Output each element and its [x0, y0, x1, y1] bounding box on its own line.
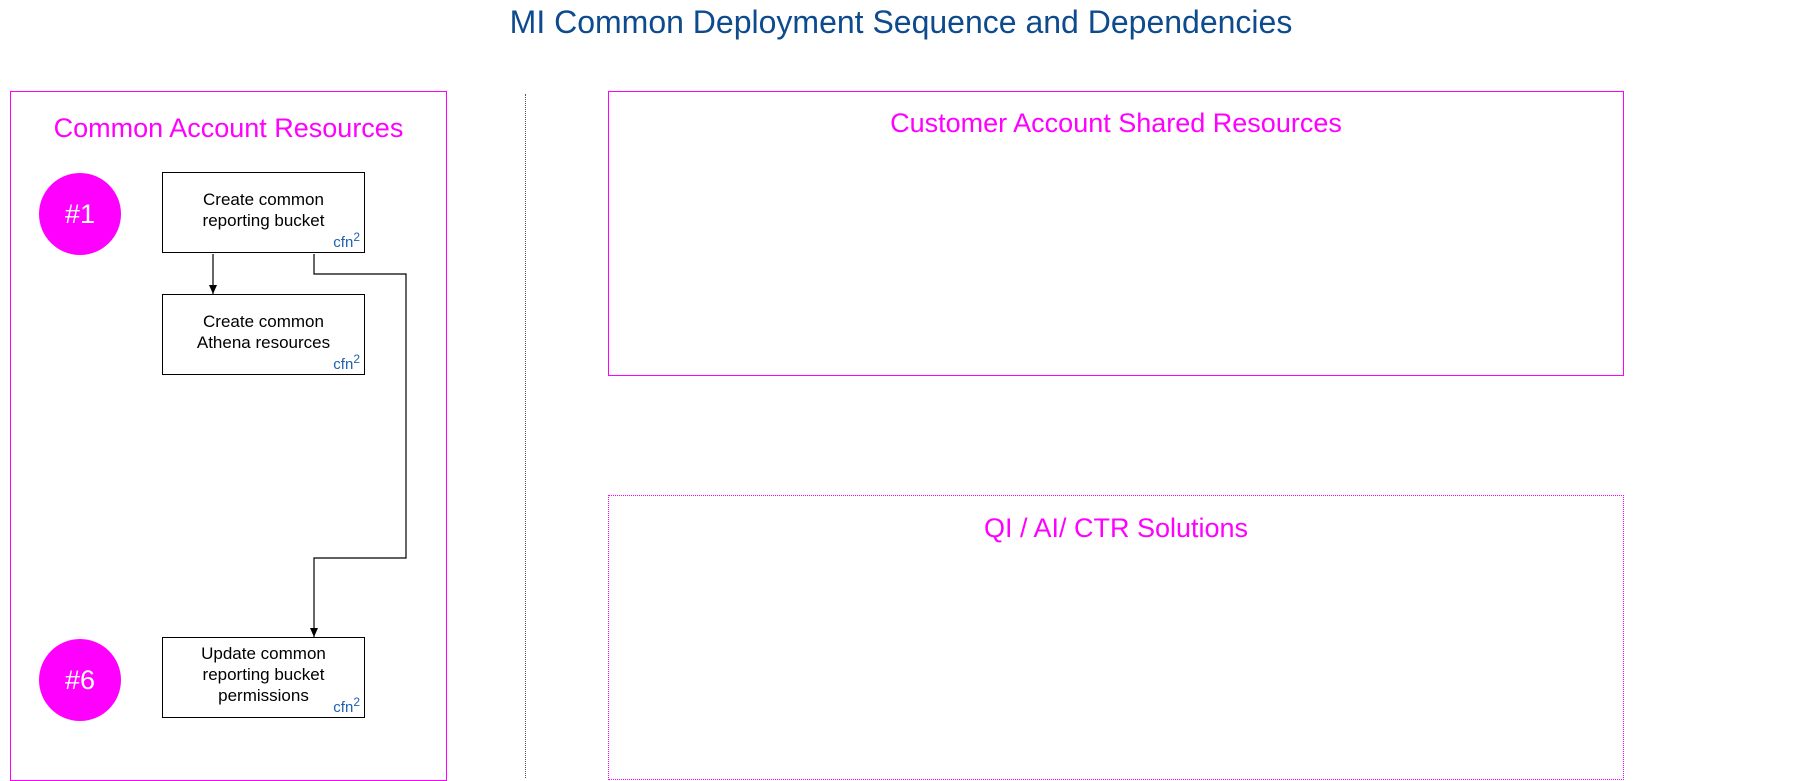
task-label: Create common reporting bucket: [202, 189, 325, 230]
task-label: Create common Athena resources: [196, 311, 331, 352]
step-6-marker: #6: [39, 639, 121, 721]
cfn-tag: cfn2: [333, 352, 360, 373]
cfn-tag: cfn2: [333, 695, 360, 716]
cfn-tag: cfn2: [333, 230, 360, 251]
task-create-reporting-bucket: Create common reporting bucket cfn2: [162, 172, 365, 253]
task-update-bucket-permissions: Update common reporting bucket permissio…: [162, 637, 365, 718]
step-1-marker: #1: [39, 173, 121, 255]
task-label: Update common reporting bucket permissio…: [201, 644, 326, 705]
task-create-athena-resources: Create common Athena resources cfn2: [162, 294, 365, 375]
